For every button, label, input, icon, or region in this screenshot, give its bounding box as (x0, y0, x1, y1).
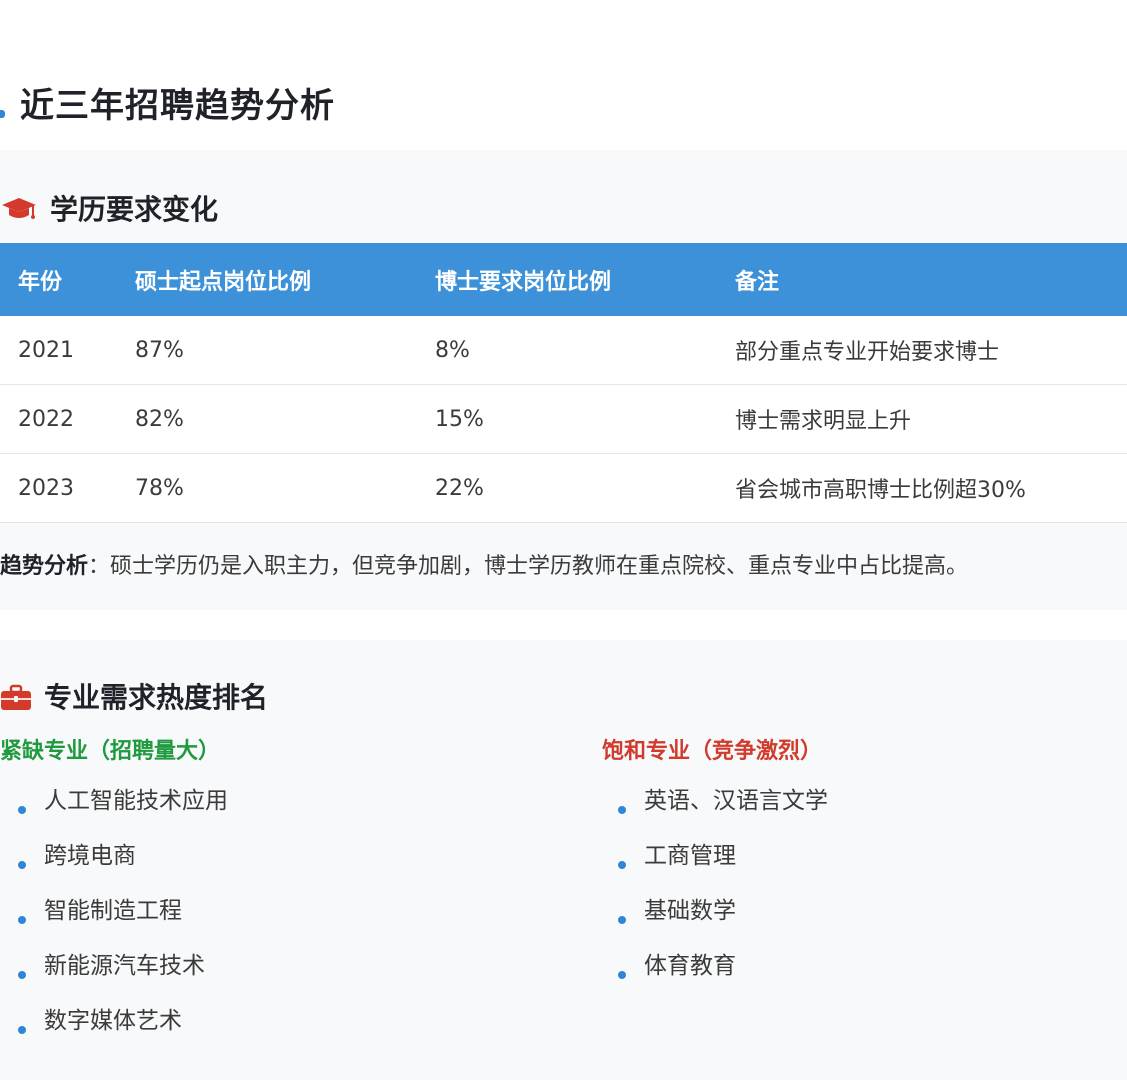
cell-year: 2023 (0, 453, 135, 523)
list-item-text: 新能源汽车技术 (44, 953, 205, 979)
list-item-text: 跨境电商 (44, 843, 136, 869)
table-row: 2023 78% 22% 省会城市高职博士比例超30% (0, 453, 1127, 523)
saturated-majors-list: 英语、汉语言文学 工商管理 基础数学 体育教育 (618, 783, 828, 1003)
list-item-text: 基础数学 (644, 898, 736, 924)
trend-analysis-text: 硕士学历仍是入职主力，但竞争加剧，博士学历教师在重点院校、重点专业中占比提高。 (110, 554, 969, 579)
saturated-majors-title: 饱和专业（竞争激烈） (602, 739, 823, 764)
title-accent-bar (0, 110, 5, 118)
bullet-dot-icon (18, 1026, 26, 1034)
shortage-majors-list: 人工智能技术应用 跨境电商 智能制造工程 新能源汽车技术 数字媒体艺术 (18, 783, 228, 1058)
table-row: 2022 82% 15% 博士需求明显上升 (0, 384, 1127, 454)
list-item-text: 智能制造工程 (44, 898, 182, 924)
bullet-dot-icon (18, 861, 26, 869)
list-item-text: 英语、汉语言文学 (644, 788, 828, 814)
graduation-cap-icon (2, 198, 36, 219)
list-item: 英语、汉语言文学 (618, 783, 828, 838)
list-item: 人工智能技术应用 (18, 783, 228, 838)
list-item: 基础数学 (618, 893, 828, 948)
cell-notes: 部分重点专业开始要求博士 (735, 316, 1127, 385)
bullet-dot-icon (618, 916, 626, 924)
cell-notes: 博士需求明显上升 (735, 384, 1127, 454)
cell-phd-ratio: 15% (435, 384, 735, 454)
cell-notes: 省会城市高职博士比例超30% (735, 453, 1127, 523)
trend-analysis-colon: ： (88, 554, 111, 579)
list-item-text: 体育教育 (644, 953, 736, 979)
list-item-text: 人工智能技术应用 (44, 788, 228, 814)
header-master-ratio: 硕士起点岗位比例 (135, 243, 435, 316)
header-year: 年份 (0, 243, 135, 316)
list-item: 跨境电商 (18, 838, 228, 893)
bullet-dot-icon (618, 971, 626, 979)
list-item: 智能制造工程 (18, 893, 228, 948)
header-notes: 备注 (735, 243, 1127, 316)
page-title: 近三年招聘趋势分析 (20, 86, 335, 126)
briefcase-icon (1, 684, 31, 710)
list-item: 体育教育 (618, 948, 828, 1003)
cell-phd-ratio: 8% (435, 316, 735, 385)
cell-phd-ratio: 22% (435, 453, 735, 523)
page-title-block: 近三年招聘趋势分析 (0, 72, 700, 132)
cell-master-ratio: 82% (135, 384, 435, 454)
table-row: 2021 87% 8% 部分重点专业开始要求博士 (0, 316, 1127, 385)
bullet-dot-icon (18, 916, 26, 924)
shortage-majors-title: 紧缺专业（招聘量大） (0, 739, 221, 764)
trend-analysis-label: 趋势分析 (0, 554, 89, 579)
table-header-row: 年份 硕士起点岗位比例 博士要求岗位比例 备注 (0, 243, 1127, 316)
cell-master-ratio: 87% (135, 316, 435, 385)
list-item: 工商管理 (618, 838, 828, 893)
education-section-header: 学历要求变化 (0, 186, 600, 226)
bullet-dot-icon (18, 971, 26, 979)
cell-year: 2021 (0, 316, 135, 385)
list-item-text: 数字媒体艺术 (44, 1008, 182, 1034)
bullet-dot-icon (618, 806, 626, 814)
list-item: 数字媒体艺术 (18, 1003, 228, 1058)
list-item: 新能源汽车技术 (18, 948, 228, 1003)
list-item-text: 工商管理 (644, 843, 736, 869)
header-phd-ratio: 博士要求岗位比例 (435, 243, 735, 316)
education-table: 年份 硕士起点岗位比例 博士要求岗位比例 备注 2021 87% 8% 部分重点… (0, 243, 1127, 523)
bullet-dot-icon (618, 861, 626, 869)
cell-year: 2022 (0, 384, 135, 454)
trend-analysis: 趋势分析：硕士学历仍是入职主力，但竞争加剧，博士学历教师在重点院校、重点专业中占… (0, 548, 968, 580)
bullet-dot-icon (18, 806, 26, 814)
education-section-title: 学历要求变化 (50, 193, 219, 226)
cell-master-ratio: 78% (135, 453, 435, 523)
major-section-title: 专业需求热度排名 (44, 681, 269, 714)
major-section-header: 专业需求热度排名 (0, 674, 600, 714)
